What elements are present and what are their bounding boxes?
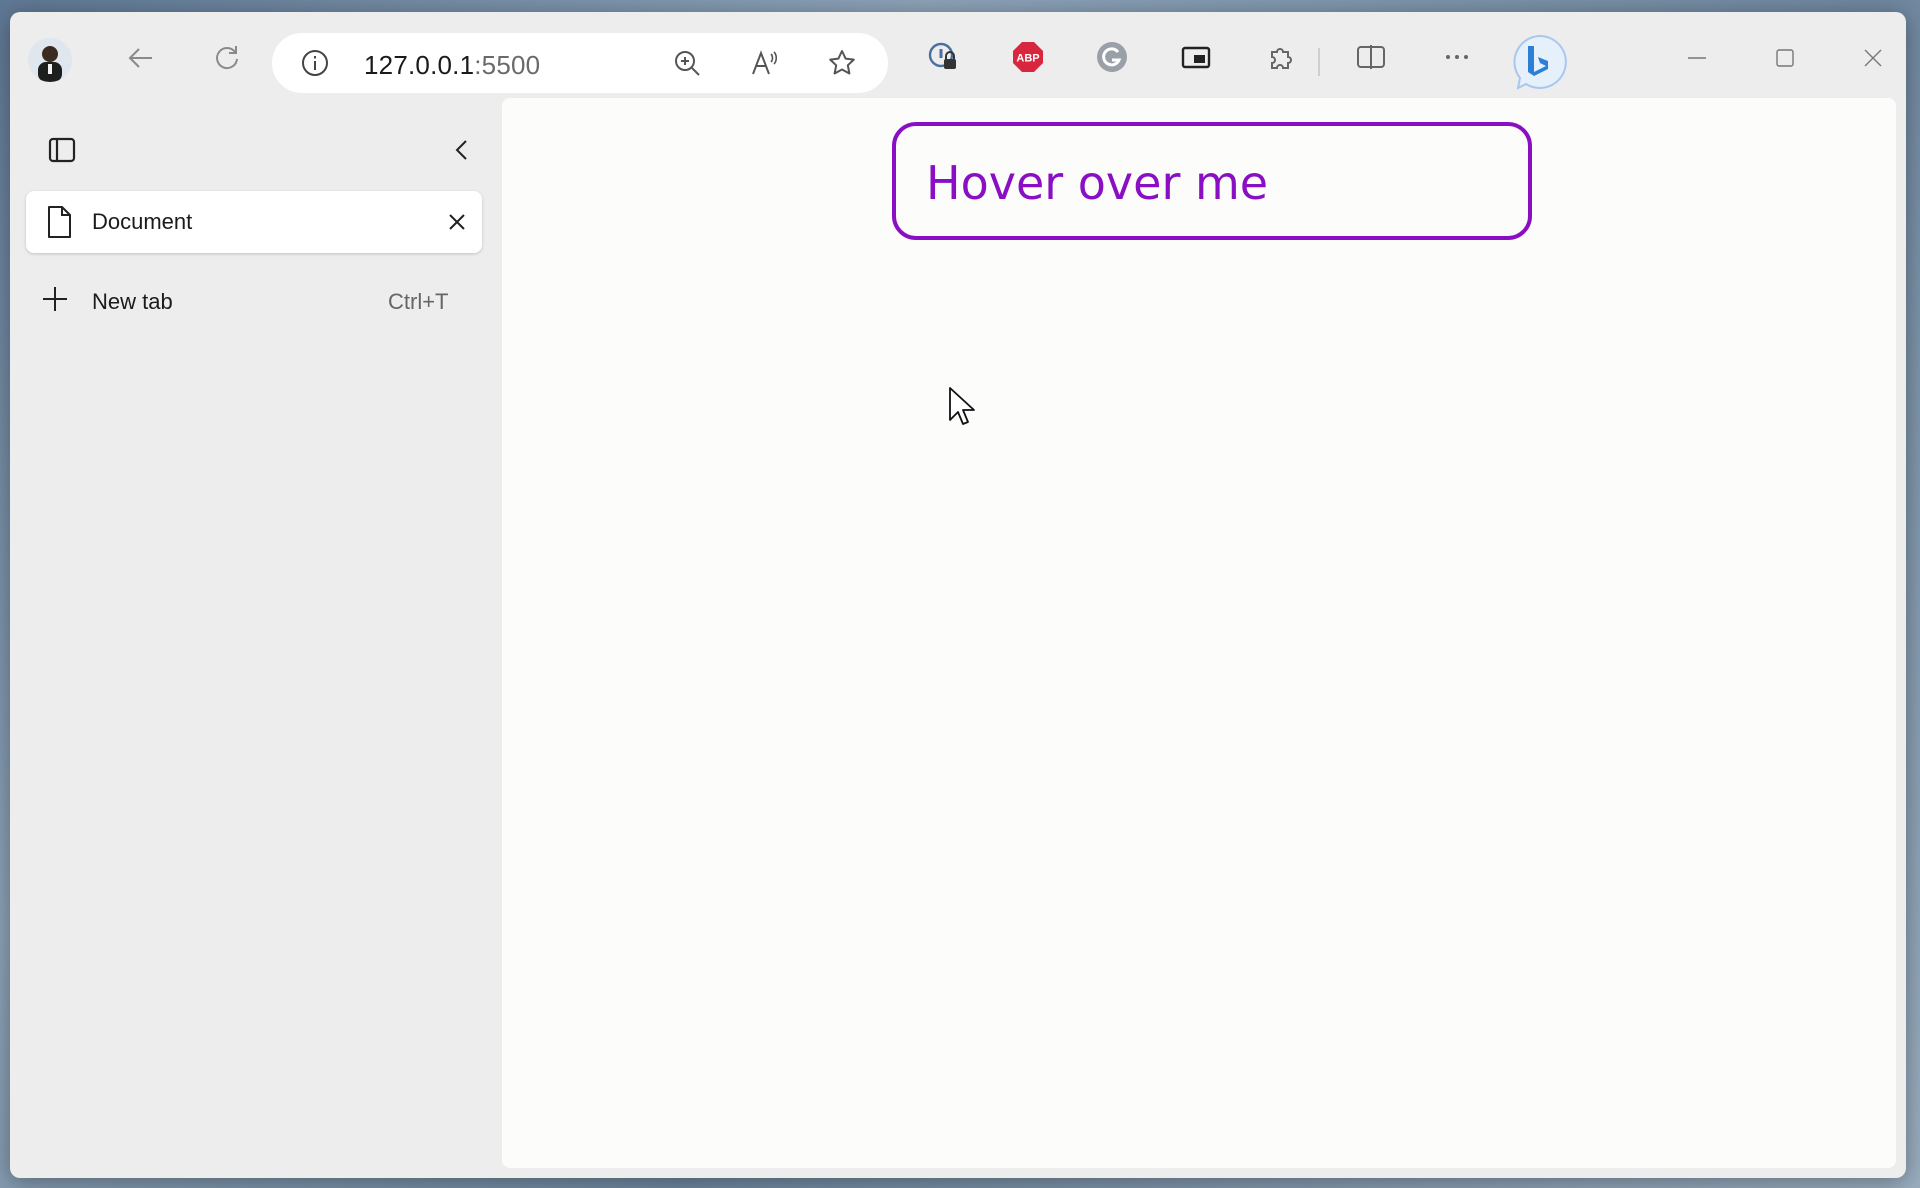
url-text[interactable]: 127.0.0.1:5500 bbox=[364, 50, 540, 81]
new-tab-button[interactable]: New tab Ctrl+T bbox=[26, 270, 482, 330]
minimize-button[interactable] bbox=[1670, 38, 1724, 78]
refresh-icon bbox=[216, 46, 238, 70]
grammarly-extension[interactable] bbox=[1091, 36, 1133, 78]
favorite-button[interactable] bbox=[825, 46, 859, 80]
grammarly-icon bbox=[1097, 42, 1127, 72]
tab-actions-button[interactable] bbox=[42, 130, 82, 170]
collapse-sidebar-button[interactable] bbox=[442, 130, 482, 170]
page-content: Hover over me bbox=[502, 98, 1896, 1168]
more-button[interactable] bbox=[1436, 36, 1478, 78]
password-lock-icon bbox=[928, 42, 956, 69]
new-tab-shortcut: Ctrl+T bbox=[388, 289, 449, 314]
url-port: :5500 bbox=[474, 50, 541, 80]
maximize-icon bbox=[1776, 49, 1794, 67]
hover-box[interactable]: Hover over me bbox=[892, 122, 1532, 240]
refresh-button[interactable] bbox=[202, 34, 250, 82]
tab-document[interactable]: Document bbox=[26, 191, 482, 253]
close-window-button[interactable] bbox=[1846, 38, 1900, 78]
password-manager-extension[interactable] bbox=[922, 36, 964, 78]
plus-icon bbox=[43, 287, 67, 311]
back-arrow-icon bbox=[128, 48, 152, 68]
tab-close-icon[interactable] bbox=[444, 209, 470, 235]
collapse-chevron-icon bbox=[455, 140, 467, 160]
split-screen-button[interactable] bbox=[1350, 36, 1392, 78]
mouse-cursor-icon bbox=[949, 387, 975, 425]
zoom-button[interactable] bbox=[670, 46, 704, 80]
svg-text:ABP: ABP bbox=[1016, 53, 1039, 65]
maximize-button[interactable] bbox=[1758, 38, 1812, 78]
info-icon[interactable] bbox=[300, 48, 330, 78]
zoom-in-icon bbox=[675, 51, 700, 76]
bing-copilot-icon bbox=[1513, 34, 1567, 90]
browser-toolbar: 127.0.0.1:5500 ABP bbox=[10, 12, 1906, 98]
adblock-extension[interactable]: ABP bbox=[1007, 36, 1049, 78]
picture-in-picture-icon bbox=[1181, 46, 1211, 69]
close-icon bbox=[1864, 49, 1882, 67]
toolbar-divider bbox=[1318, 48, 1320, 76]
copilot-button[interactable] bbox=[1510, 32, 1570, 92]
new-tab-label: New tab bbox=[92, 289, 173, 314]
hover-box-text: Hover over me bbox=[926, 156, 1269, 210]
extensions-button[interactable] bbox=[1260, 36, 1302, 78]
more-icon bbox=[1446, 55, 1468, 59]
url-host: 127.0.0.1 bbox=[364, 50, 475, 80]
sidebar-panel-icon bbox=[48, 137, 76, 163]
adblock-icon: ABP bbox=[1013, 42, 1043, 72]
profile-avatar[interactable] bbox=[28, 38, 72, 82]
document-icon bbox=[48, 206, 71, 238]
read-aloud-button[interactable] bbox=[747, 46, 781, 80]
extensions-icon bbox=[1271, 48, 1292, 69]
split-screen-icon bbox=[1357, 45, 1385, 69]
browser-window: 127.0.0.1:5500 ABP Document New tab Ctrl… bbox=[10, 12, 1906, 1178]
tab-label: Document bbox=[92, 209, 193, 234]
favorite-star-icon bbox=[829, 50, 855, 75]
read-aloud-icon bbox=[752, 50, 778, 75]
minimize-icon bbox=[1688, 57, 1706, 59]
picture-in-picture-extension[interactable] bbox=[1175, 36, 1217, 78]
back-button[interactable] bbox=[117, 34, 165, 82]
vertical-tabs-sidebar: Document New tab Ctrl+T bbox=[10, 98, 500, 1178]
address-bar[interactable]: 127.0.0.1:5500 bbox=[272, 33, 888, 93]
